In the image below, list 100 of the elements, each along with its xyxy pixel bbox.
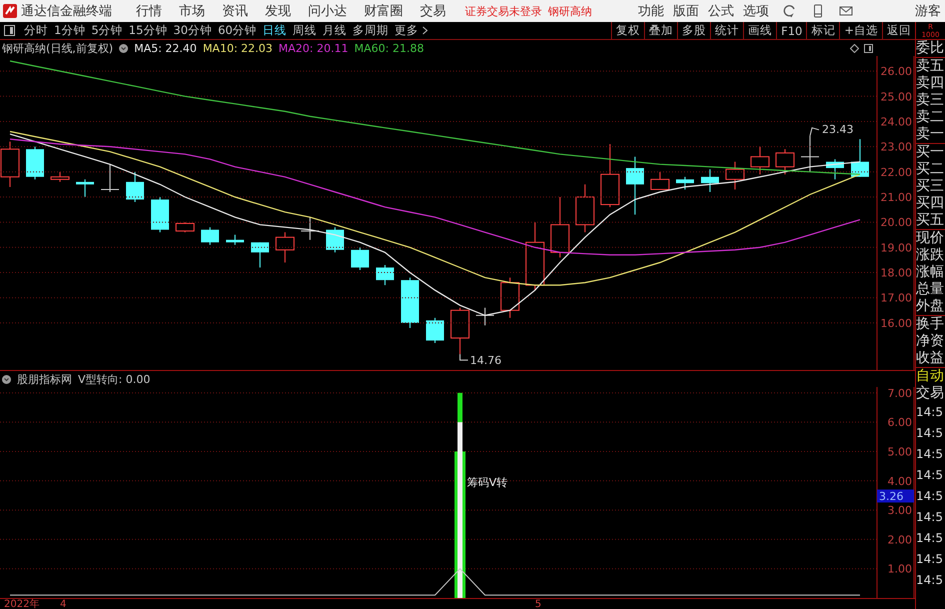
trade-time: 14:5 <box>916 467 944 484</box>
candlestick <box>176 222 194 233</box>
period-tab[interactable]: 多周期 <box>350 23 392 38</box>
axis-label: 4.00 <box>888 474 912 488</box>
candlestick <box>201 226 219 246</box>
period-tab[interactable]: 15分钟 <box>126 23 170 38</box>
axis-label: 17.00 <box>880 292 912 305</box>
toolbar-button[interactable]: +自选 <box>839 22 882 39</box>
axis-label: 2.00 <box>888 533 912 546</box>
quote-label: 卖三 <box>916 92 945 109</box>
menu-item[interactable]: 行情 <box>136 2 162 20</box>
period-tab[interactable]: 5分钟 <box>88 23 126 38</box>
menu-item[interactable]: 问小达 <box>308 2 347 20</box>
quote-label: 买一 <box>916 144 945 161</box>
toolbar-button[interactable]: F10 <box>776 22 806 39</box>
quote-label: 买二 <box>916 161 945 178</box>
chevron-icon <box>422 26 428 35</box>
candlestick <box>500 277 520 318</box>
menu-item[interactable]: 交易 <box>420 2 446 20</box>
quote-label: 买三 <box>916 178 945 195</box>
quote-label: 外盘 <box>916 298 945 315</box>
trade-time: 14:5 <box>916 551 944 568</box>
trade-time: 14:5 <box>916 530 944 547</box>
candlestick <box>851 138 869 178</box>
candlestick <box>650 171 670 190</box>
period-tab[interactable]: 日线 <box>260 23 290 38</box>
period-tab[interactable]: 月线 <box>320 23 350 38</box>
menu-item[interactable]: 版面 <box>673 2 699 20</box>
menu-item[interactable]: 资讯 <box>222 2 248 20</box>
legend-label: MA10: 22.03 <box>202 42 273 54</box>
candlestick <box>376 264 394 286</box>
candlestick <box>426 317 444 344</box>
panel-toggle-icon[interactable] <box>864 44 873 52</box>
signal-label: 筹码V转 <box>467 476 508 489</box>
candlestick <box>326 226 344 253</box>
quote-label: 委比 <box>916 40 945 57</box>
candlestick <box>300 216 320 240</box>
candlestick <box>826 158 844 180</box>
candlestick <box>0 141 20 188</box>
quote-label: 卖二 <box>916 109 945 126</box>
quote-label: 总量 <box>916 281 945 298</box>
trade-time: 14:5 <box>916 509 944 526</box>
period-tab[interactable]: 周线 <box>290 23 320 38</box>
toolbar-button[interactable]: 叠加 <box>644 22 678 39</box>
quote-label: 净资 <box>916 333 945 350</box>
menu-item[interactable]: 功能 <box>638 2 664 20</box>
quote-label: 涨幅 <box>916 264 945 281</box>
cursor-value-label: 3.26 <box>877 490 914 504</box>
quote-label: 卖四 <box>916 75 945 92</box>
candlestick <box>226 234 244 246</box>
candlestick <box>701 168 719 192</box>
toolbar-button[interactable]: 统计 <box>710 22 744 39</box>
more-menu[interactable]: 更多 <box>392 23 431 38</box>
dropdown-icon[interactable] <box>2 374 11 384</box>
axis-label: 23.00 <box>880 140 912 154</box>
period-tab[interactable]: 分时 <box>21 23 51 38</box>
axis-label: 4 <box>60 599 66 609</box>
quote-label: 买四 <box>916 195 945 212</box>
legend-label: MA20: 20.11 <box>278 42 348 54</box>
toolbar-button[interactable]: 多股 <box>677 22 710 39</box>
user-label[interactable]: 游客 <box>915 2 941 20</box>
trade-time: 14:5 <box>916 572 944 589</box>
candlestick <box>26 146 44 180</box>
diamond-icon[interactable] <box>850 44 859 52</box>
leader-line <box>810 127 820 136</box>
candlestick <box>676 176 694 190</box>
menu-item[interactable]: 公式 <box>708 2 734 20</box>
mail-icon[interactable] <box>839 4 853 18</box>
candlestick <box>626 156 644 216</box>
toolbar-button[interactable]: 画线 <box>743 22 776 39</box>
year-label: 2022年 <box>4 599 40 609</box>
toolbar-button[interactable]: 返回 <box>882 22 915 39</box>
axis-label: 26.00 <box>880 65 912 78</box>
menu-item[interactable]: 发现 <box>265 2 291 20</box>
menu-item[interactable]: 选项 <box>743 2 769 20</box>
candlestick <box>776 148 794 175</box>
quote-label: 涨跌 <box>916 247 945 264</box>
axis-label: 19.00 <box>880 241 912 254</box>
candlestick <box>726 161 744 190</box>
candlestick <box>151 196 169 233</box>
price-label: 23.43 <box>822 122 854 136</box>
phone-icon[interactable] <box>811 4 825 18</box>
candlestick <box>526 222 544 291</box>
panel-toggle-icon[interactable] <box>4 25 15 36</box>
menu-item[interactable]: 市场 <box>179 2 205 20</box>
candlestick <box>800 135 820 172</box>
indicator-value: V型转向: 0.00 <box>78 372 150 386</box>
dropdown-icon[interactable] <box>119 44 128 52</box>
period-tab[interactable]: 60分钟 <box>214 23 260 38</box>
toolbar-button[interactable]: 复权 <box>611 22 644 39</box>
candlestick <box>50 171 70 182</box>
refresh-icon[interactable] <box>783 4 797 18</box>
axis-label: 5.00 <box>888 445 912 458</box>
period-tab[interactable]: 1分钟 <box>51 23 88 38</box>
quote-label: 现价 <box>916 230 945 247</box>
quote-label: 卖一 <box>916 126 945 143</box>
toolbar-button[interactable]: 标记 <box>806 22 840 39</box>
mode-label: 自动 <box>916 368 945 385</box>
period-tab[interactable]: 30分钟 <box>170 23 215 38</box>
menu-item[interactable]: 财富圈 <box>364 2 403 20</box>
